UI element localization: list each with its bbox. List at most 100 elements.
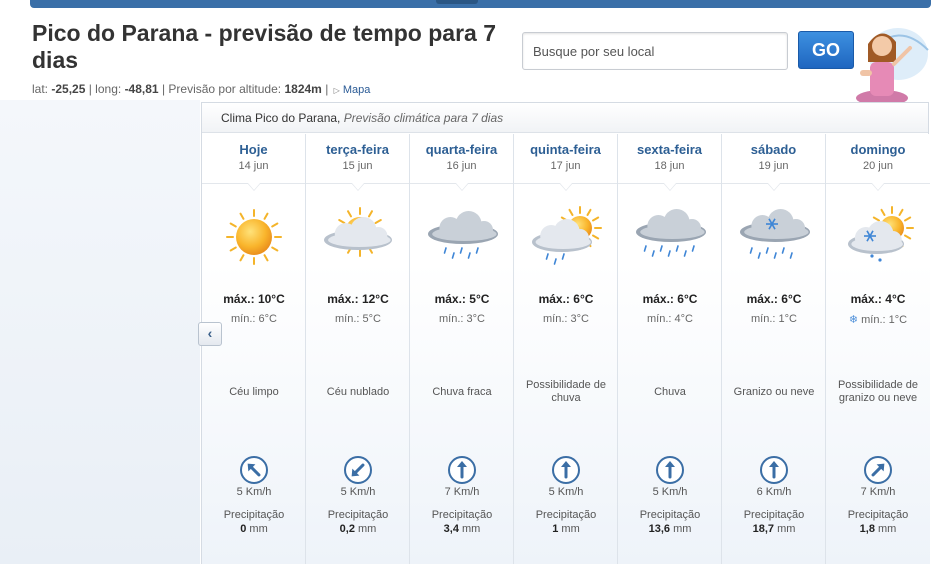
- long-value: -48,81: [124, 82, 159, 96]
- wind-speed: 5 Km/h: [236, 486, 272, 498]
- max-label: máx.:: [642, 292, 674, 306]
- precip-value: 1,8 mm: [826, 523, 930, 535]
- min-label: mín.:: [231, 313, 256, 325]
- wind-speed: 5 Km/h: [652, 486, 688, 498]
- chevron-left-icon: ‹: [207, 325, 213, 341]
- max-temp: máx.: 6°C: [722, 292, 826, 306]
- precip-amount: 18,7: [752, 523, 775, 535]
- forecast-day-2[interactable]: terça-feira 15 jun máx.: 12°C mín.: 5°C …: [306, 134, 410, 564]
- max-label: máx.:: [538, 292, 570, 306]
- rain-icon: [630, 206, 710, 268]
- min-label: mín.:: [861, 314, 886, 326]
- max-value: 5°C: [469, 292, 490, 306]
- day-date: 14 jun: [238, 160, 269, 172]
- lat-label: lat:: [32, 82, 49, 96]
- max-temp: máx.: 4°C: [826, 292, 930, 306]
- forecast-day-3[interactable]: quarta-feira 16 jun máx.: 5°C mín.: 3°C …: [410, 134, 514, 564]
- top-bar-tab[interactable]: [436, 0, 478, 4]
- max-temp: máx.: 6°C: [514, 292, 618, 306]
- prev-days-button[interactable]: ‹: [198, 322, 222, 346]
- day-date: 15 jun: [342, 160, 373, 172]
- forecast-day-1[interactable]: Hoje 14 jun máx.: 10°C mín.: 6°C Céu lim…: [202, 134, 306, 564]
- forecast-day-4[interactable]: quinta-feira 17 jun máx.: 6°C mín.: 3°C …: [514, 134, 618, 564]
- day-name: quarta-feira: [425, 142, 498, 157]
- precip-label: Precipitação: [327, 509, 389, 521]
- precip-amount: 3,4: [443, 523, 459, 535]
- condition-text: Céu limpo: [229, 385, 279, 398]
- precip-amount: 1,8: [859, 523, 875, 535]
- max-temp: máx.: 10°C: [202, 292, 306, 306]
- min-label: mín.:: [543, 313, 568, 325]
- max-label: máx.:: [434, 292, 466, 306]
- search-input[interactable]: [522, 32, 788, 70]
- forecast-day-5[interactable]: sexta-feira 18 jun máx.: 6°C mín.: 4°C C…: [618, 134, 722, 564]
- precip-label: Precipitação: [431, 509, 493, 521]
- header-pointer-fill: [768, 183, 780, 190]
- top-navigation-bar: [30, 0, 931, 8]
- wind-direction-icon: [863, 455, 893, 485]
- day-header: sexta-feira 18 jun: [618, 134, 721, 191]
- wind-direction-icon: [655, 455, 685, 485]
- page-title: Pico do Parana - previsão de tempo para …: [32, 20, 496, 73]
- min-value: 1°C: [778, 313, 797, 325]
- max-temp: máx.: 5°C: [410, 292, 514, 306]
- max-temp: máx.: 6°C: [618, 292, 722, 306]
- day-date: 18 jun: [654, 160, 685, 172]
- wind-direction-icon: [551, 455, 581, 485]
- max-value: 6°C: [677, 292, 698, 306]
- max-label: máx.:: [850, 292, 882, 306]
- wind-speed: 7 Km/h: [444, 486, 480, 498]
- forecast-day-7[interactable]: domingo 20 jun máx.: 4°C ❄ mín.: 1°C Poss…: [826, 134, 930, 564]
- header-pointer-fill: [872, 183, 884, 190]
- max-value: 12°C: [361, 292, 389, 306]
- precip-unit: mm: [673, 523, 692, 535]
- condition-text: Chuva fraca: [432, 385, 492, 398]
- precip-label: Precipitação: [223, 509, 285, 521]
- precip-label: Precipitação: [743, 509, 805, 521]
- day-name: domingo: [850, 142, 906, 157]
- long-label: | long:: [88, 82, 122, 96]
- wind-direction-icon: [759, 455, 789, 485]
- wind-speed: 5 Km/h: [548, 486, 584, 498]
- condition-text: Granizo ou neve: [733, 385, 815, 398]
- min-value: 3°C: [570, 313, 589, 325]
- precip-amount: 1: [552, 523, 559, 535]
- wind-direction-icon: [239, 455, 269, 485]
- wind-speed: 5 Km/h: [340, 486, 376, 498]
- precip-label: Precipitação: [639, 509, 701, 521]
- min-temp: mín.: 5°C: [306, 313, 410, 325]
- separator: |: [325, 82, 329, 96]
- mascot-image: [856, 28, 929, 104]
- day-name: Hoje: [239, 142, 268, 157]
- max-label: máx.:: [746, 292, 778, 306]
- wind-speed: 6 Km/h: [756, 486, 792, 498]
- sun-icon: [214, 206, 294, 268]
- day-date: 17 jun: [550, 160, 581, 172]
- header-pointer-fill: [664, 183, 676, 190]
- precip-label: Precipitação: [847, 509, 909, 521]
- precip-value: 1 mm: [514, 523, 618, 535]
- day-header: sábado 19 jun: [722, 134, 825, 191]
- precip-value: 0,2 mm: [306, 523, 410, 535]
- condition-text: Possibilidade de granizo ou neve: [837, 379, 919, 404]
- header-pointer-fill: [248, 183, 260, 190]
- min-label: mín.:: [751, 313, 776, 325]
- forecast-panel: Clima Pico do Parana, Previsão climática…: [201, 102, 930, 564]
- header-pointer-fill: [560, 183, 572, 190]
- map-link[interactable]: Mapa: [343, 84, 371, 96]
- max-temp: máx.: 12°C: [306, 292, 410, 306]
- wind-direction-icon: [447, 455, 477, 485]
- precip-value: 0 mm: [202, 523, 306, 535]
- condition-text: Céu nublado: [326, 385, 390, 398]
- forecast-day-6[interactable]: sábado 19 jun máx.: 6°C mín.: 1°C Graniz…: [722, 134, 826, 564]
- panel-subtitle: Previsão climática para 7 dias: [343, 111, 504, 125]
- precip-unit: mm: [878, 523, 897, 535]
- min-value: 5°C: [362, 313, 381, 325]
- min-temp: ❄ mín.: 1°C: [826, 313, 930, 326]
- day-header: quinta-feira 17 jun: [514, 134, 617, 191]
- day-header: quarta-feira 16 jun: [410, 134, 513, 191]
- forecast-days: Hoje 14 jun máx.: 10°C mín.: 6°C Céu lim…: [202, 134, 930, 564]
- header-pointer-fill: [456, 183, 468, 190]
- max-label: máx.:: [327, 292, 359, 306]
- sun-cloud-rain-icon: [526, 206, 606, 268]
